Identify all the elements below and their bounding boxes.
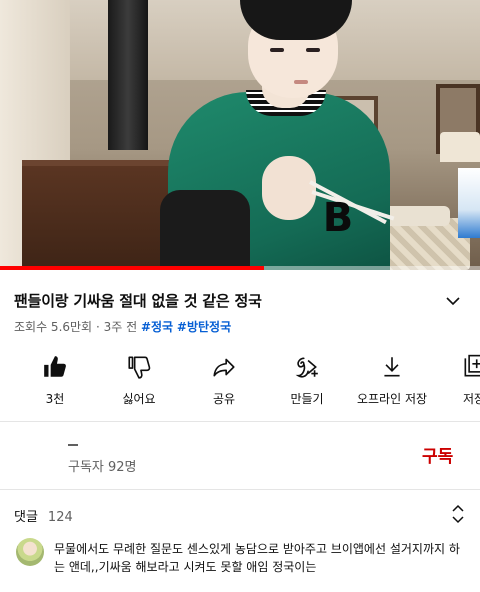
divider	[0, 489, 480, 490]
video-title-row[interactable]: 팬들이랑 기싸움 절대 없을 것 같은 정국	[0, 286, 480, 316]
dislike-button[interactable]: 싫어요	[99, 352, 179, 408]
save-button[interactable]: 저장	[434, 352, 480, 408]
unfold-icon[interactable]	[451, 504, 465, 524]
avatar[interactable]	[16, 538, 44, 566]
subscribe-button[interactable]: 구독	[422, 442, 453, 467]
share-icon	[213, 358, 235, 377]
channel-name-mark	[68, 444, 78, 446]
offline-save-button[interactable]: 오프라인 저장	[352, 352, 432, 408]
upload-age: 3주 전	[103, 320, 138, 334]
meta-separator: ·	[95, 320, 100, 334]
progress-bar-fill	[0, 266, 264, 270]
comment-count: 124	[47, 510, 73, 525]
share-button[interactable]: 공유	[184, 352, 264, 408]
jacket-letter: B	[322, 195, 354, 241]
create-button[interactable]: 만들기	[267, 352, 347, 408]
thumbs-down-icon	[128, 356, 151, 379]
comments-label: 댓글	[14, 510, 38, 525]
hashtag-link[interactable]: #방탄정국	[177, 320, 231, 334]
divider	[0, 421, 480, 422]
comments-header[interactable]: 댓글 124	[14, 506, 73, 525]
create-icon	[295, 357, 318, 378]
view-count: 조회수 5.6만회	[14, 320, 93, 334]
top-comment-text: 무물에서도 무례한 질문도 센스있게 농담으로 받아주고 브이앱에선 설거지까지…	[54, 542, 460, 574]
video-title: 팬들이랑 기싸움 절대 없을 것 같은 정국	[14, 292, 262, 310]
channel-row[interactable]: 구독자 92명 구독	[0, 424, 480, 488]
thumbs-up-icon	[44, 356, 66, 377]
action-bar: 3천 싫어요 공유 만들기 오프라인 저장 저장	[0, 352, 480, 408]
hashtag-link[interactable]: #정국	[141, 320, 173, 334]
download-icon	[384, 357, 400, 377]
save-playlist-icon	[464, 354, 480, 377]
video-player[interactable]: B	[0, 0, 480, 270]
like-button[interactable]: 3천	[15, 352, 95, 408]
chevron-down-icon[interactable]	[444, 292, 462, 310]
subscriber-count: 구독자 92명	[68, 460, 137, 475]
video-meta: 조회수 5.6만회 · 3주 전 #정국 #방탄정국	[14, 318, 231, 335]
